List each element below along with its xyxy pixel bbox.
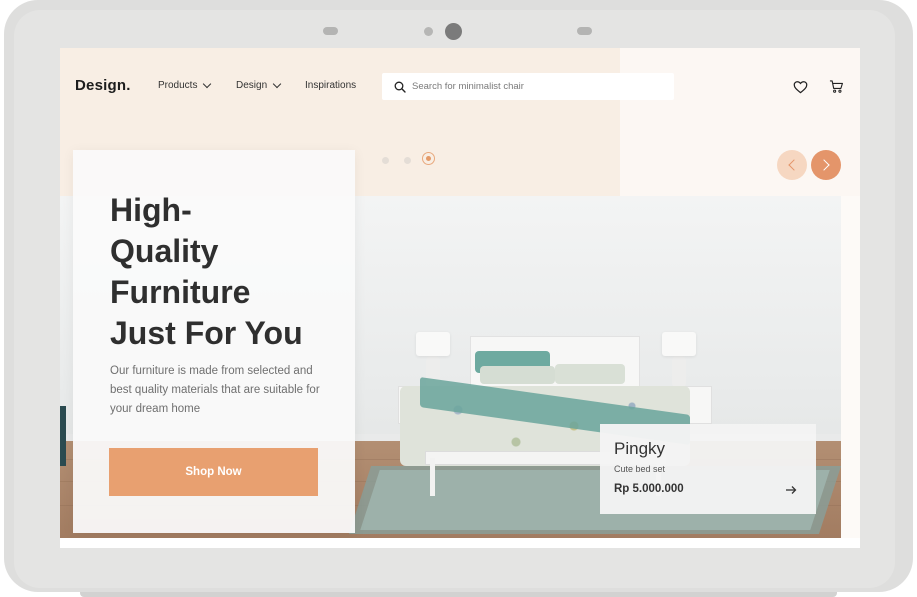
nav-design-label: Design (236, 80, 268, 91)
chevron-down-icon (203, 79, 212, 89)
product-name: Pingky (614, 439, 666, 458)
carousel-dot-active[interactable] (422, 152, 435, 165)
website-screen: Design. Products Design Inspirations Sea… (60, 48, 860, 548)
hero-subtext: Our furniture is made from selected and … (110, 365, 320, 415)
page-bottom (60, 538, 860, 548)
search-bar (382, 73, 674, 100)
camera (445, 23, 462, 40)
carousel-dot[interactable] (404, 157, 411, 164)
arrow-right-icon[interactable] (785, 485, 797, 495)
product-description: Cute bed set (614, 464, 666, 474)
nav-products-label: Products (158, 80, 198, 91)
carousel-dot[interactable] (382, 157, 389, 164)
logo[interactable]: Design. (75, 77, 131, 94)
proximity-sensor (424, 27, 433, 36)
cart-icon[interactable] (829, 79, 844, 94)
tablet-bottom-edge (80, 592, 837, 597)
nav-inspirations[interactable]: Inspirations (305, 80, 356, 91)
chevron-down-icon (272, 79, 282, 89)
chevron-right-icon (818, 159, 830, 171)
search-input[interactable] (412, 73, 662, 100)
carousel-prev-button[interactable] (777, 150, 807, 180)
shop-now-button[interactable]: Shop Now (109, 448, 318, 496)
chevron-left-icon (788, 159, 800, 171)
search-icon (394, 81, 406, 93)
headline-line: High- (110, 192, 192, 228)
nav-products[interactable]: Products (158, 79, 212, 91)
sensor-right (577, 27, 592, 35)
product-price: Rp 5.000.000 (614, 483, 684, 495)
heart-icon[interactable] (793, 80, 808, 94)
hero-card: High- Quality Furniture Just For You Our… (73, 150, 355, 533)
hero-headline: High- Quality Furniture Just For You (110, 190, 340, 354)
carousel-next-button[interactable] (811, 150, 841, 180)
headline-line: Furniture (110, 274, 251, 310)
product-card[interactable]: Pingky Cute bed set Rp 5.000.000 (600, 424, 816, 514)
sensor-left (323, 27, 338, 35)
nav-inspirations-label: Inspirations (305, 80, 357, 91)
headline-line: Just For You (110, 315, 303, 351)
nav-design[interactable]: Design (236, 79, 282, 91)
headline-line: Quality (110, 233, 219, 269)
